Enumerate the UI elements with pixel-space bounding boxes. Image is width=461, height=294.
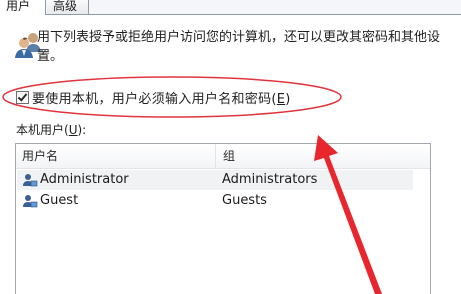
tab-users[interactable]: 用户 xyxy=(0,0,46,15)
list-header: 用户名 组 xyxy=(16,144,430,169)
user-account-icon xyxy=(23,195,38,208)
users-list-label: 本机用户(U): xyxy=(16,123,87,137)
tab-advanced[interactable]: 高级 xyxy=(47,0,89,14)
cell-group: Guests xyxy=(222,193,267,208)
tab-strip: 用户 高级 xyxy=(0,0,461,15)
column-header-group[interactable]: 组 xyxy=(217,144,431,168)
cell-username: Guest xyxy=(40,193,79,208)
table-row[interactable]: Guest Guests xyxy=(17,191,413,211)
require-password-checkbox[interactable] xyxy=(16,90,29,104)
user-account-icon xyxy=(23,174,38,187)
require-password-label[interactable]: 要使用本机，用户必须输入用户名和密码(E) xyxy=(32,88,291,107)
require-password-row[interactable]: 要使用本机，用户必须输入用户名和密码(E) xyxy=(16,88,291,107)
user-accounts-dialog: 用户 高级 用下列表授予或拒绝用户访问您的计算机，还可以更改其密码和其他设置。 … xyxy=(0,0,461,294)
users-list-view[interactable]: 用户名 组 Administrator Administrators Guest… xyxy=(15,143,431,294)
description-text: 用下列表授予或拒绝用户访问您的计算机，还可以更改其密码和其他设置。 xyxy=(37,30,441,64)
cell-username: Administrator xyxy=(40,172,129,187)
cell-group: Administrators xyxy=(222,172,318,187)
table-row[interactable]: Administrator Administrators xyxy=(17,170,413,190)
column-header-username[interactable]: 用户名 xyxy=(16,144,216,168)
